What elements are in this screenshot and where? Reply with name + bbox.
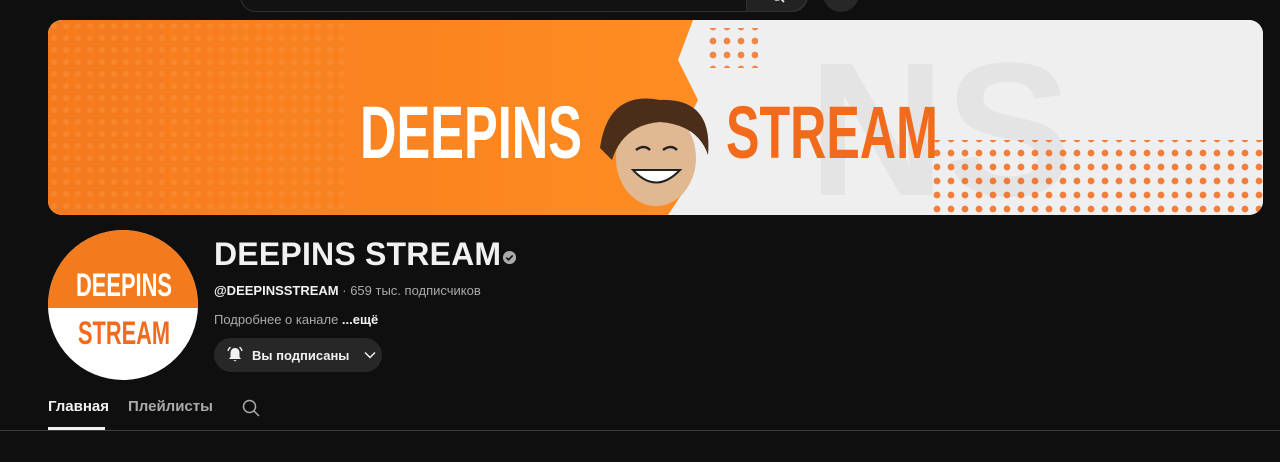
banner-word-left: DEEPINS [360,91,582,174]
search-icon[interactable] [242,399,260,417]
search-input[interactable] [240,0,808,12]
about-more-link[interactable]: ...ещё [342,312,378,327]
avatar-line1: DEEPINS [76,267,172,303]
subscriber-count: 659 тыс. подписчиков [350,283,481,298]
subscribed-button[interactable]: Вы подписаны [214,338,382,372]
search-icon [774,0,785,3]
avatar-line2: STREAM [78,315,170,351]
banner-word-right: STREAM [726,91,938,174]
channel-about[interactable]: Подробнее о канале ...ещё [214,312,378,327]
channel-banner: NS DEEPINS STREAM [48,20,1263,215]
subscribed-label: Вы подписаны [252,347,350,363]
channel-handle[interactable]: @DEEPINSSTREAM [214,283,339,298]
mic-icon[interactable] [823,0,859,12]
channel-meta: @DEEPINSSTREAM · 659 тыс. подписчиков [214,283,481,298]
channel-title: DEEPINS STREAM [214,236,502,272]
tab-playlists[interactable]: Плейлисты [128,398,213,415]
chevron-down-icon [364,351,376,359]
tabs-divider [0,430,1280,431]
about-text: Подробнее о канале [214,312,342,327]
tab-home[interactable]: Главная [48,398,109,415]
meta-separator: · [338,283,351,298]
avatar[interactable]: DEEPINS STREAM [48,230,198,380]
bell-icon [227,346,243,362]
verified-icon [502,250,517,265]
